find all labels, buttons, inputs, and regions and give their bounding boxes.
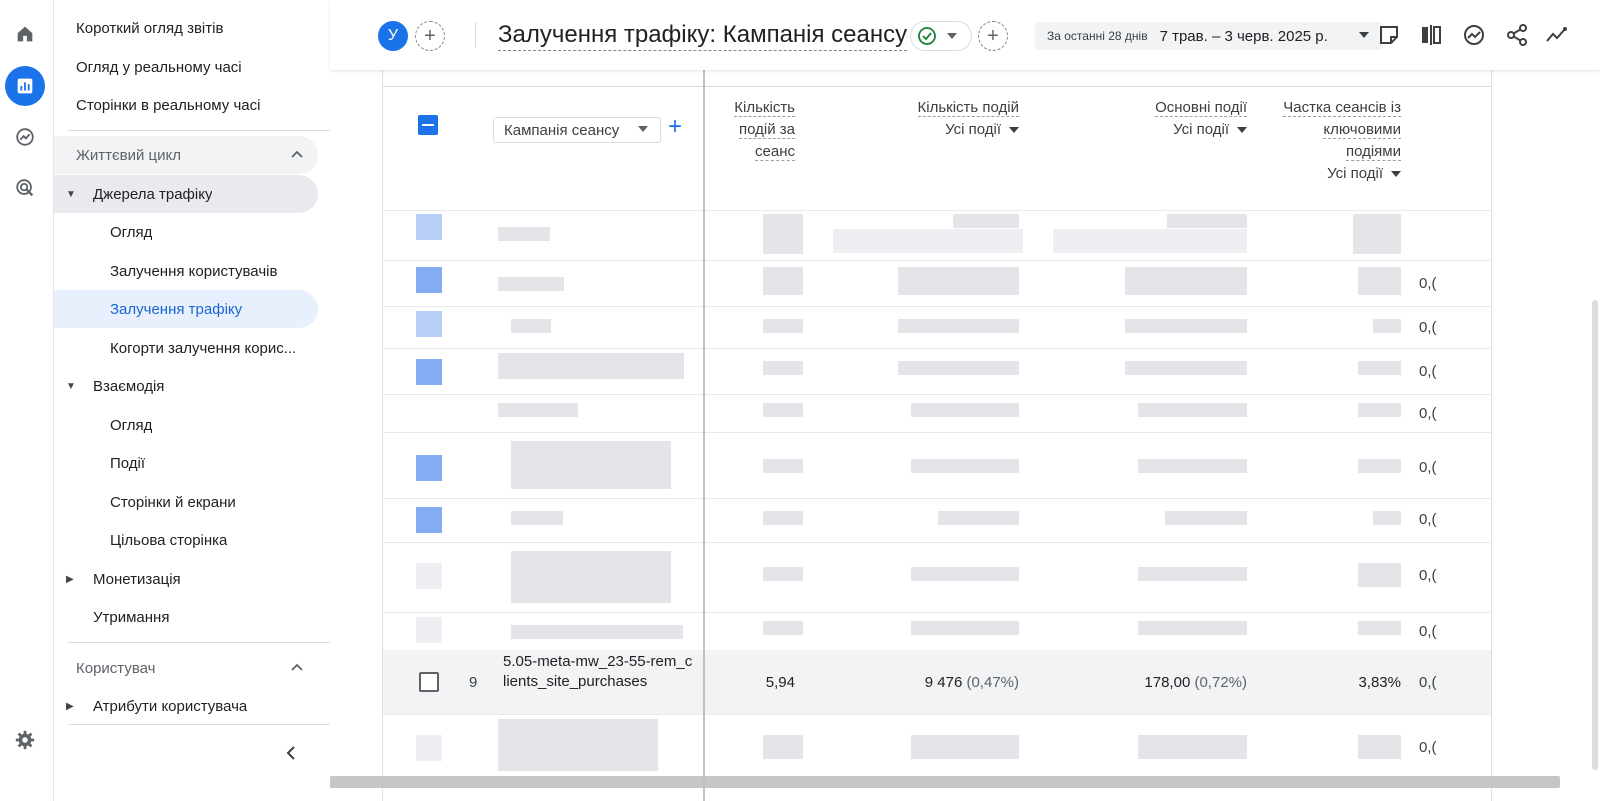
sidebar-item-eng-overview[interactable]: Огляд — [54, 406, 324, 444]
report-content: Кампанія сеансу + Кількість подій за сеа… — [330, 70, 1600, 801]
sidebar-item-user-acquisition[interactable]: Залучення користувачів — [54, 252, 324, 290]
sidebar-item-monetization[interactable]: ▶ Монетизація — [54, 560, 324, 598]
add-dimension-button[interactable]: + — [668, 113, 682, 141]
campaign-name: 5.05-meta-mw_23-55-rem_clients_site_purc… — [503, 653, 693, 690]
row-checkbox[interactable] — [419, 672, 439, 692]
events-per-session-value: 5,94 — [765, 674, 795, 691]
home-icon[interactable] — [5, 14, 45, 54]
caret-down-icon: ▼ — [66, 188, 76, 200]
sidebar-item-user-attributes[interactable]: ▶ Атрибути користувача — [54, 687, 324, 725]
compare-icon[interactable] — [1418, 22, 1444, 48]
add-comparison-button[interactable]: + — [415, 21, 445, 51]
left-rail — [0, 0, 54, 801]
vertical-scrollbar[interactable] — [1592, 300, 1598, 770]
add-filter-button[interactable]: + — [978, 21, 1008, 51]
explore-icon[interactable] — [5, 117, 45, 157]
column-divider[interactable] — [703, 70, 705, 801]
sidebar-item-acquisition[interactable]: ▼ Джерела трафіку — [54, 175, 318, 213]
caret-right-icon: ▶ — [66, 573, 74, 585]
trend-icon[interactable] — [1461, 22, 1487, 48]
column-key-events[interactable]: Основні події Усі події — [1083, 97, 1247, 141]
column-session-key-event-rate[interactable]: Частка сеансів із ключовими подіями Усі … — [1283, 97, 1401, 185]
caret-down-icon: ▼ — [66, 380, 76, 392]
column-events-per-session[interactable]: Кількість подій за сеанс — [723, 97, 795, 163]
chevron-up-icon — [291, 150, 303, 158]
divider — [68, 724, 374, 725]
table-row[interactable]: 0,( — [383, 260, 1491, 306]
chevron-down-icon — [638, 126, 648, 132]
sidebar-item-events[interactable]: Події — [54, 444, 324, 482]
check-circle-icon — [918, 27, 936, 45]
sidebar-item-realtime-overview[interactable]: Огляд у реальному часі — [54, 48, 324, 86]
divider — [68, 642, 374, 643]
table-row[interactable]: 0,( — [383, 432, 1491, 498]
report-header: У + Залучення трафіку: Кампанія сеансу +… — [330, 0, 1600, 70]
sidebar-item-acquisition-cohorts[interactable]: Когорти залучення корис... — [54, 329, 318, 367]
event-filter-select[interactable]: Усі події — [853, 119, 1019, 141]
divider — [68, 130, 374, 131]
table-row[interactable]: 0,( — [383, 542, 1491, 612]
table-row[interactable]: 0,( — [383, 612, 1491, 650]
event-filter-select[interactable]: Усі події — [1083, 119, 1247, 141]
chevron-down-icon — [1009, 127, 1019, 133]
select-all-checkbox[interactable] — [418, 115, 438, 135]
avatar[interactable]: У — [378, 21, 408, 51]
chevron-down-icon — [1391, 171, 1401, 177]
table-row[interactable]: 0,( — [383, 498, 1491, 542]
section-user[interactable]: Користувач — [54, 649, 318, 687]
chevron-down-icon — [1237, 127, 1247, 133]
table-row[interactable]: 0,( — [383, 714, 1491, 776]
share-icon[interactable] — [1504, 22, 1530, 48]
page-title[interactable]: Залучення трафіку: Кампанія сеансу — [498, 20, 908, 51]
dimension-select[interactable]: Кампанія сеансу — [493, 117, 661, 143]
settings-icon[interactable] — [5, 720, 45, 760]
sidebar-item-acq-overview[interactable]: Огляд — [54, 213, 324, 251]
event-filter-select[interactable]: Усі події — [1283, 163, 1401, 185]
divider — [475, 22, 476, 48]
collapse-sidebar-icon[interactable] — [282, 744, 300, 762]
sidebar-item-reports-snapshot[interactable]: Короткий огляд звітів — [54, 9, 324, 47]
sidebar-item-engagement[interactable]: ▼ Взаємодія — [54, 367, 324, 405]
sidebar-item-realtime-pages[interactable]: Сторінки в реальному часі — [54, 86, 324, 124]
table-row[interactable]: 0,( — [383, 394, 1491, 432]
caret-right-icon: ▶ — [66, 700, 74, 712]
data-quality-button[interactable] — [910, 21, 972, 51]
advertising-icon[interactable] — [5, 168, 45, 208]
reports-icon[interactable] — [5, 66, 45, 106]
horizontal-scrollbar[interactable] — [330, 776, 1560, 788]
sidebar-item-pages-screens[interactable]: Сторінки й екрани — [54, 483, 324, 521]
sidebar: Короткий огляд звітів Огляд у реальному … — [54, 0, 374, 801]
table-row[interactable] — [383, 210, 1491, 260]
table-row[interactable]: 0,( — [383, 348, 1491, 394]
sparkline-icon[interactable] — [1544, 22, 1570, 48]
data-table: Кампанія сеансу + Кількість подій за сеа… — [382, 70, 1492, 801]
table-row[interactable]: 9 5.05-meta-mw_23-55-rem_clients_site_pu… — [383, 650, 1491, 714]
key-events-value: 178,00 (0,72%) — [1144, 674, 1247, 691]
sidebar-item-traffic-acquisition[interactable]: Залучення трафіку — [54, 290, 318, 328]
insights-icon[interactable] — [1376, 22, 1402, 48]
chevron-down-icon — [947, 33, 957, 39]
row-index: 9 — [469, 674, 478, 691]
sidebar-item-retention[interactable]: Утримання — [54, 598, 324, 636]
session-key-rate-value: 3,83% — [1358, 674, 1401, 691]
column-event-count[interactable]: Кількість подій Усі події — [853, 97, 1019, 141]
section-lifecycle[interactable]: Життєвий цикл — [54, 136, 318, 174]
chevron-up-icon — [291, 663, 303, 671]
table-row[interactable]: 0,( — [383, 306, 1491, 348]
event-count-value: 9 476 (0,47%) — [924, 674, 1019, 691]
date-range-picker[interactable]: За останні 28 днів 7 трав. – 3 черв. 202… — [1035, 22, 1383, 50]
sidebar-item-landing-page[interactable]: Цільова сторінка — [54, 521, 324, 559]
chevron-down-icon — [1359, 32, 1369, 38]
